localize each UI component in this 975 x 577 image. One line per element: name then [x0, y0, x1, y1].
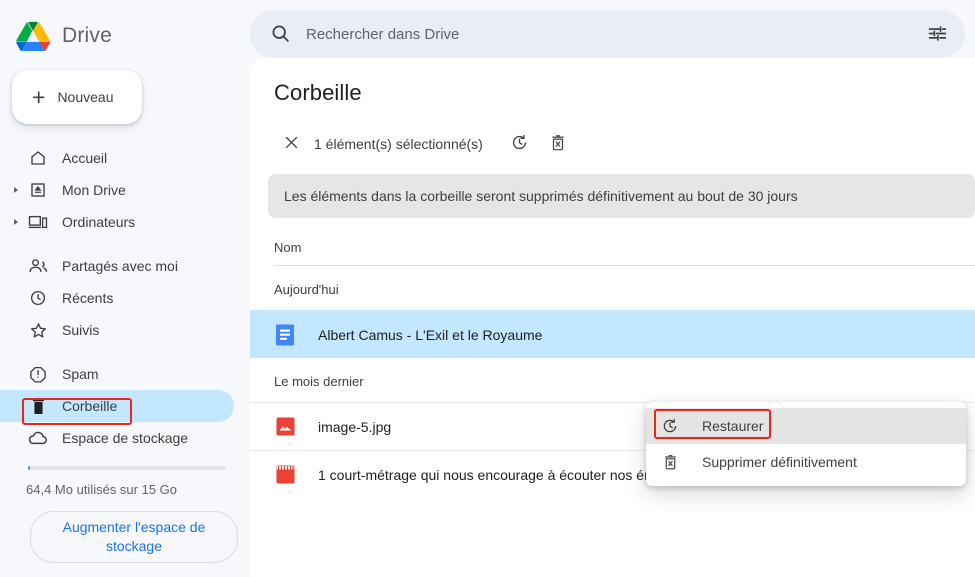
section-label-le-mois-dernier: Le mois dernier [250, 358, 975, 402]
storage-progress-bar [28, 466, 226, 470]
selection-toolbar: 1 élément(s) sélectionné(s) [268, 124, 583, 164]
context-menu-item-supprimer-definitivement[interactable]: Supprimer définitivement [646, 444, 966, 480]
upgrade-storage-button[interactable]: Augmenter l'espace de stockage [30, 511, 238, 563]
close-selection-button[interactable] [272, 125, 310, 163]
section-label-aujourdhui: Aujourd'hui [250, 266, 975, 310]
search-icon [270, 23, 292, 45]
close-icon [283, 134, 300, 154]
new-button[interactable]: + Nouveau [12, 70, 142, 124]
nav-group-2: Partagés avec moi Récents Suivis [0, 250, 250, 346]
sidebar: Drive + Nouveau Accueil [0, 0, 250, 577]
restore-button[interactable] [501, 125, 539, 163]
restore-icon [510, 133, 529, 155]
sidebar-item-ordinateurs[interactable]: Ordinateurs [0, 206, 234, 238]
trash-icon [28, 396, 48, 416]
sidebar-item-corbeille[interactable]: Corbeille [0, 390, 234, 422]
image-file-icon [274, 416, 296, 438]
new-button-label: Nouveau [57, 89, 113, 105]
drive-app: Drive + Nouveau Accueil [0, 0, 975, 577]
storage-usage-text: 64,4 Mo utilisés sur 15 Go [26, 482, 250, 497]
sidebar-item-label: Récents [62, 290, 113, 306]
plus-icon: + [32, 86, 45, 109]
sidebar-item-label: Partagés avec moi [62, 258, 178, 274]
info-banner: Les éléments dans la corbeille seront su… [268, 174, 975, 218]
page-title: Corbeille [250, 58, 975, 106]
context-menu-item-restaurer[interactable]: Restaurer [646, 408, 966, 444]
my-drive-icon [28, 180, 48, 200]
sidebar-item-recents[interactable]: Récents [0, 282, 234, 314]
sidebar-item-label: Mon Drive [62, 182, 126, 198]
sidebar-item-suivis[interactable]: Suivis [0, 314, 234, 346]
sidebar-item-label: Espace de stockage [62, 430, 188, 446]
computers-icon [28, 212, 48, 232]
storage-progress-fill [28, 466, 30, 470]
sidebar-item-label: Ordinateurs [62, 214, 135, 230]
nav-group-3: Spam Corbeille Espace de stockage [0, 358, 250, 454]
tune-icon[interactable] [927, 23, 949, 45]
content-panel: Corbeille 1 élément(s) sélectionné(s) [250, 58, 975, 577]
sidebar-item-mon-drive[interactable]: Mon Drive [0, 174, 234, 206]
main-area: Corbeille 1 élément(s) sélectionné(s) [250, 0, 975, 577]
selection-count-label: 1 élément(s) sélectionné(s) [314, 136, 483, 152]
delete-forever-icon [660, 452, 680, 472]
table-row[interactable]: Albert Camus - L'Exil et le Royaume [250, 310, 975, 358]
delete-forever-icon [549, 134, 567, 155]
search-input[interactable] [306, 26, 927, 43]
sidebar-item-label: Corbeille [62, 398, 117, 414]
context-menu: Restaurer Supprimer définitivement [646, 402, 966, 486]
sidebar-item-label: Spam [62, 366, 99, 382]
chevron-right-icon[interactable] [14, 187, 18, 193]
restore-icon [660, 416, 680, 436]
people-icon [28, 256, 48, 276]
nav-group-1: Accueil Mon Drive Ordinateurs [0, 142, 250, 238]
sidebar-item-spam[interactable]: Spam [0, 358, 234, 390]
column-header-nom: Nom [274, 240, 975, 266]
spam-icon [28, 364, 48, 384]
clock-icon [28, 288, 48, 308]
home-icon [28, 148, 48, 168]
delete-forever-button[interactable] [539, 125, 577, 163]
sidebar-item-label: Suivis [62, 322, 99, 338]
search-bar[interactable] [250, 10, 965, 58]
chevron-right-icon[interactable] [14, 219, 18, 225]
file-name: Albert Camus - L'Exil et le Royaume [318, 327, 542, 343]
brand-name: Drive [62, 24, 112, 48]
sidebar-item-partages-avec-moi[interactable]: Partagés avec moi [0, 250, 234, 282]
sidebar-item-accueil[interactable]: Accueil [0, 142, 234, 174]
file-name: image-5.jpg [318, 419, 391, 435]
drive-logo-icon [16, 21, 50, 51]
video-file-icon [274, 464, 296, 486]
star-icon [28, 320, 48, 340]
brand-header: Drive [0, 0, 250, 58]
sidebar-item-espace-de-stockage[interactable]: Espace de stockage [0, 422, 234, 454]
sidebar-nav: Accueil Mon Drive Ordinateurs [0, 142, 250, 454]
cloud-icon [28, 428, 48, 448]
context-menu-item-label: Supprimer définitivement [702, 454, 857, 470]
sidebar-item-label: Accueil [62, 150, 107, 166]
search-bar-container [250, 0, 975, 58]
context-menu-item-label: Restaurer [702, 418, 763, 434]
google-docs-icon [274, 324, 296, 346]
